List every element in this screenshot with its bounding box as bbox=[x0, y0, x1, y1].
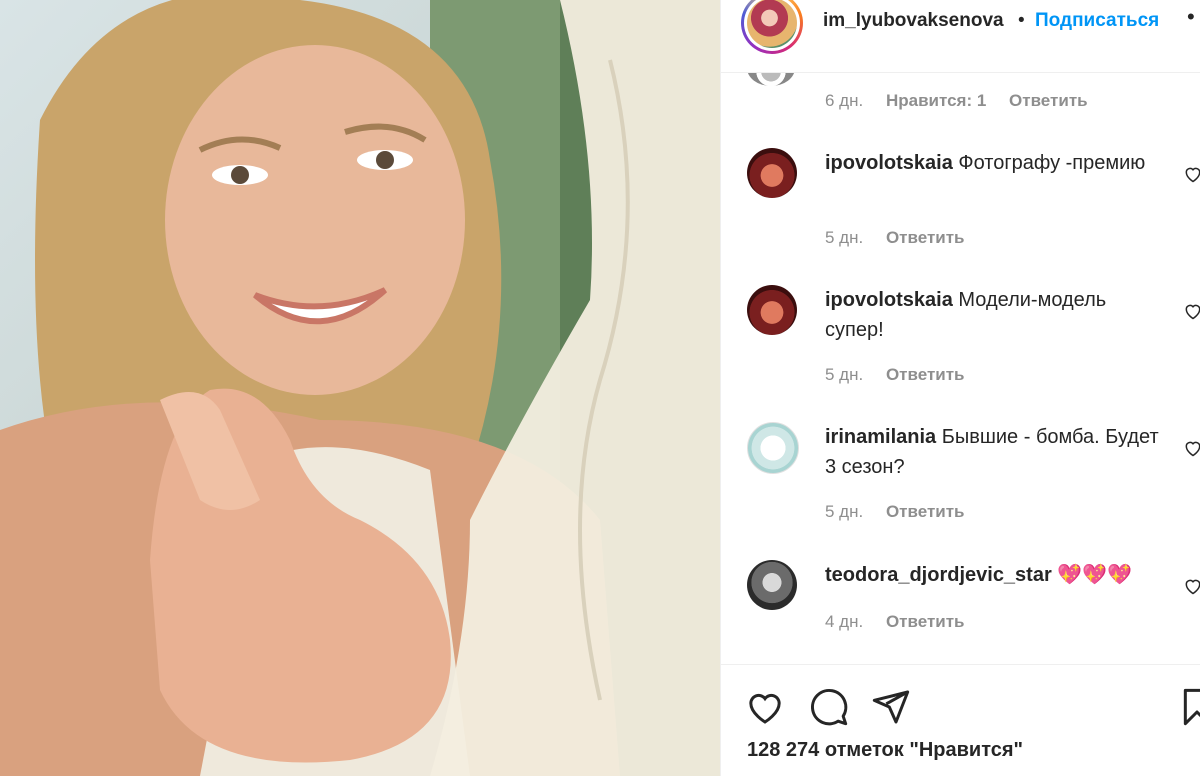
comment-meta: 4 дн. Ответить bbox=[825, 612, 965, 632]
comment-avatar[interactable] bbox=[747, 148, 797, 198]
comment-body: teodora_djordjevic_star 💖💖💖 bbox=[825, 560, 1165, 590]
share-icon[interactable] bbox=[871, 687, 911, 727]
comment-time: 5 дн. bbox=[825, 365, 864, 384]
comment-body: ipovolotskaia Фотографу -премию bbox=[825, 148, 1165, 178]
more-options-icon[interactable]: • bbox=[1187, 4, 1195, 30]
author-username[interactable]: im_lyubovaksenova bbox=[823, 10, 1004, 32]
post-side-panel: im_lyubovaksenova • Подписаться • 6 дн. … bbox=[720, 0, 1200, 777]
comment-heart-icon[interactable] bbox=[1183, 438, 1200, 458]
comment-body: irinamilania Бывшие - бомба. Будет 3 сез… bbox=[825, 422, 1165, 482]
separator-dot: • bbox=[1018, 10, 1025, 31]
post-photo[interactable] bbox=[0, 0, 720, 776]
comment-username[interactable]: ipovolotskaia bbox=[825, 289, 953, 311]
comment-heart-icon[interactable] bbox=[1183, 301, 1200, 321]
author-avatar[interactable] bbox=[741, 0, 803, 54]
reply-button[interactable]: Ответить bbox=[886, 612, 965, 631]
comment-avatar[interactable] bbox=[747, 72, 795, 86]
comment-heart-icon[interactable] bbox=[1183, 576, 1200, 596]
comment-time: 6 дн. bbox=[825, 91, 864, 110]
comment-time: 5 дн. bbox=[825, 502, 864, 521]
comment-icon[interactable] bbox=[809, 687, 849, 727]
post-actions-footer: 128 274 отметок "Нравится" bbox=[721, 664, 1200, 777]
comment-username[interactable]: teodora_djordjevic_star bbox=[825, 564, 1052, 586]
post-header: im_lyubovaksenova • Подписаться • bbox=[721, 0, 1200, 73]
comment-heart-icon[interactable] bbox=[1183, 164, 1200, 184]
comment-time: 5 дн. bbox=[825, 228, 864, 247]
reply-button[interactable]: Ответить bbox=[886, 365, 965, 384]
post-likes-count[interactable]: 128 274 отметок "Нравится" bbox=[747, 739, 1023, 762]
comment-avatar[interactable] bbox=[747, 560, 797, 610]
comment-likes-count[interactable]: Нравится: 1 bbox=[886, 91, 986, 110]
comment-meta: 5 дн. Ответить bbox=[825, 228, 965, 248]
bookmark-icon[interactable] bbox=[1177, 687, 1200, 727]
comment-meta: 5 дн. Ответить bbox=[825, 502, 965, 522]
comment-text: 💖💖💖 bbox=[1057, 564, 1133, 586]
comment-body: ipovolotskaia Модели-модель супер! bbox=[825, 285, 1165, 345]
comment-username[interactable]: irinamilania bbox=[825, 426, 936, 448]
comments-list[interactable]: 6 дн. Нравится: 1 Ответить ipovolotskaia… bbox=[721, 72, 1200, 664]
comment-text: Фотографу -премию bbox=[958, 152, 1146, 174]
comment-meta: 5 дн. Ответить bbox=[825, 365, 965, 385]
comment-avatar[interactable] bbox=[747, 422, 799, 474]
heart-icon[interactable] bbox=[745, 687, 785, 727]
reply-button[interactable]: Ответить bbox=[886, 228, 965, 247]
reply-button[interactable]: Ответить bbox=[886, 502, 965, 521]
photo-illustration bbox=[0, 0, 720, 776]
comment-time: 4 дн. bbox=[825, 612, 864, 631]
reply-button[interactable]: Ответить bbox=[1009, 91, 1088, 110]
comment-meta: 6 дн. Нравится: 1 Ответить bbox=[825, 91, 1088, 111]
follow-button[interactable]: Подписаться bbox=[1035, 10, 1159, 32]
comment-username[interactable]: ipovolotskaia bbox=[825, 152, 953, 174]
comment-avatar[interactable] bbox=[747, 285, 797, 335]
